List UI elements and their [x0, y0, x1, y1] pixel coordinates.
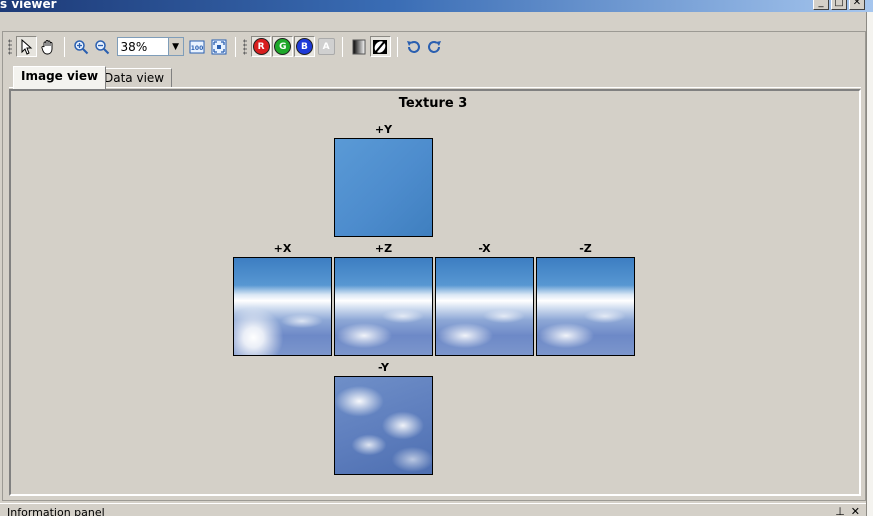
toolbar-grip[interactable] [8, 38, 12, 55]
view-tabs: Image view Data view [9, 63, 861, 89]
information-panel-label: Information panel [7, 506, 105, 516]
green-channel-icon: G [274, 38, 292, 55]
close-panel-icon[interactable]: ✕ [851, 505, 860, 516]
tab-image-view[interactable]: Image view [13, 66, 107, 89]
blue-channel-toggle[interactable]: B [294, 36, 315, 57]
toolbar-grip[interactable] [242, 38, 247, 55]
actual-size-button[interactable]: 100 [187, 36, 208, 57]
alpha-channel-icon: A [317, 38, 335, 55]
zoom-in-icon [73, 39, 88, 54]
minimize-button[interactable]: _ [813, 0, 829, 10]
background-window-edge [866, 12, 873, 516]
cubemap-face-pos-y [334, 138, 433, 237]
actual-size-icon: 100 [189, 40, 205, 53]
red-channel-toggle[interactable]: R [250, 36, 272, 57]
tab-baseline [9, 87, 861, 88]
pan-hand-icon [41, 39, 53, 54]
green-channel-toggle[interactable]: G [272, 36, 294, 57]
invert-icon [373, 39, 388, 54]
texture-title: Texture 3 [398, 96, 468, 111]
rotate-left-button[interactable] [403, 36, 424, 57]
red-channel-icon: R [252, 38, 270, 55]
fit-to-window-icon [211, 39, 227, 54]
face-label-pos-x: +X [273, 242, 292, 255]
svg-text:100: 100 [191, 45, 204, 52]
fit-to-window-button[interactable] [208, 36, 229, 57]
cubemap-face-neg-x [435, 257, 534, 356]
window-title-bar[interactable]: s viewer _ □ ✕ [0, 0, 873, 12]
window-title: s viewer [0, 0, 57, 11]
select-arrow-icon [21, 38, 33, 55]
gradient-button[interactable] [348, 36, 369, 57]
toolbar-separator [342, 36, 344, 57]
gradient-icon [352, 39, 366, 54]
alpha-channel-toggle[interactable]: A [316, 36, 337, 57]
toolbar-separator [234, 36, 236, 57]
cubemap-face-pos-z [334, 257, 433, 356]
select-arrow-button[interactable] [15, 36, 37, 57]
toolbar-separator [64, 36, 66, 57]
information-panel-header: Information panel ⊥ ✕ [0, 503, 866, 516]
toolbar-separator [396, 36, 398, 57]
zoom-input[interactable] [117, 38, 168, 55]
zoom-out-button[interactable] [92, 36, 113, 57]
tab-data-view[interactable]: Data view [96, 68, 173, 88]
face-label-pos-y: +Y [374, 123, 393, 136]
pan-hand-button[interactable] [38, 36, 59, 57]
rotate-right-button[interactable] [424, 36, 445, 57]
toolbar: ▼ 100 R G B A [6, 33, 446, 60]
chevron-down-icon[interactable]: ▼ [167, 38, 183, 55]
close-button[interactable]: ✕ [849, 0, 865, 10]
blue-channel-icon: B [295, 38, 313, 55]
cubemap-face-neg-y [334, 376, 433, 475]
zoom-out-icon [95, 39, 110, 54]
face-label-neg-z: -Z [579, 242, 592, 255]
face-label-neg-y: -Y [378, 361, 389, 374]
cubemap-face-neg-z [536, 257, 635, 356]
maximize-button[interactable]: □ [831, 0, 847, 10]
face-label-neg-x: -X [478, 242, 491, 255]
zoom-in-button[interactable] [70, 36, 91, 57]
face-label-pos-z: +Z [374, 242, 393, 255]
rotate-left-icon [407, 40, 421, 53]
invert-button[interactable] [370, 36, 391, 57]
rotate-right-icon [427, 40, 441, 53]
cubemap-face-pos-x [233, 257, 332, 356]
zoom-combobox[interactable]: ▼ [116, 37, 184, 56]
pin-icon[interactable]: ⊥ [835, 505, 845, 516]
